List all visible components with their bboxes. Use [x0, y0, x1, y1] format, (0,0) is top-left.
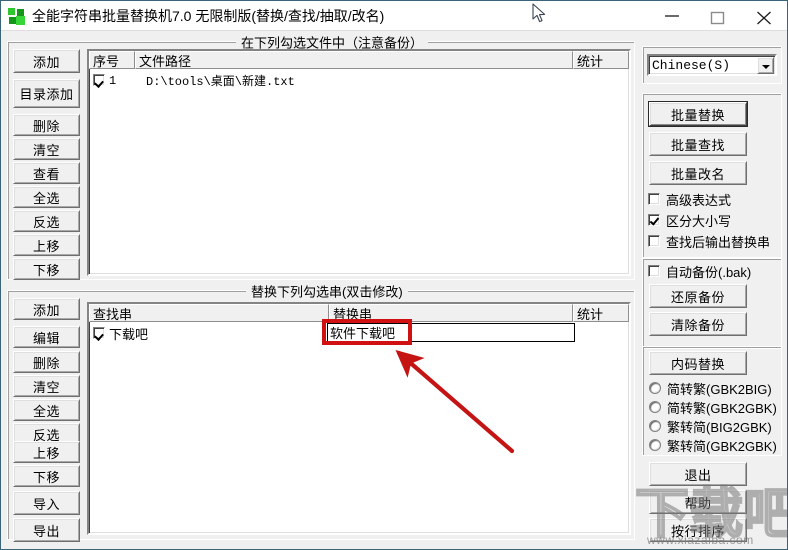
radio-gbk2big-label: 简转繁(GBK2BIG) [667, 381, 772, 397]
replace-row-checkbox[interactable] [93, 327, 105, 339]
checkbox-case-sensitive[interactable] [648, 214, 660, 226]
option-auto-backup-label: 自动备份(.bak) [666, 264, 752, 280]
replace-panel-title: 替换下列勾选串(双击修改) [246, 281, 408, 301]
string-select-all-button[interactable]: 全选 [13, 399, 80, 421]
string-import-button[interactable]: 导入 [13, 491, 80, 515]
close-icon [757, 11, 771, 25]
application-window: 全能字符串批量替换机7.0 无限制版(替换/查找/抽取/改名) 在下列勾选文件中… [0, 0, 788, 550]
file-col-index[interactable]: 序号 [89, 51, 135, 69]
option-case-sensitive-label: 区分大小写 [666, 213, 732, 229]
option-output-after-find-label: 查找后输出替换串 [666, 234, 771, 250]
batch-replace-button[interactable]: 批量替换 [649, 102, 747, 126]
chevron-down-icon[interactable] [757, 57, 774, 74]
file-select-all-button[interactable]: 全选 [13, 186, 80, 208]
sort-lines-button[interactable]: 按行排序 [649, 518, 747, 542]
checkbox-advanced-expression[interactable] [648, 193, 660, 205]
exit-button[interactable]: 退出 [649, 462, 747, 486]
option-advanced-expression-label: 高级表达式 [666, 192, 732, 208]
radio-row-gbk2big[interactable]: 简转繁(GBK2BIG) [649, 380, 772, 397]
replace-col-replace[interactable]: 替换串 [329, 304, 573, 322]
radio-gbk2gbk-simp-label: 简转繁(GBK2GBK) [667, 400, 777, 416]
app-squares-icon [8, 8, 25, 25]
radio-row-big2gbk[interactable]: 繁转简(BIG2GBK) [649, 418, 772, 435]
option-advanced-expression[interactable]: 高级表达式 [648, 191, 732, 208]
string-move-down-button[interactable]: 下移 [13, 465, 80, 487]
file-row-index: 1 [109, 73, 117, 88]
close-button[interactable] [741, 1, 787, 30]
language-select[interactable]: Chinese(S) [647, 54, 777, 76]
radio-gbk2big[interactable] [649, 382, 661, 394]
minimize-icon [665, 15, 679, 17]
encoding-replace-button[interactable]: 内码替换 [649, 351, 747, 375]
option-auto-backup[interactable]: 自动备份(.bak) [648, 263, 752, 280]
checkbox-output-after-find[interactable] [648, 235, 660, 247]
radio-gbk2gbk-trad-label: 繁转简(GBK2GBK) [667, 438, 777, 454]
file-row-count [575, 72, 629, 89]
option-output-after-find[interactable]: 查找后输出替换串 [648, 233, 771, 250]
checkbox-auto-backup[interactable] [648, 265, 660, 277]
file-row-path: D:\tools\桌面\新建.txt [146, 75, 295, 89]
string-clear-button[interactable]: 清空 [13, 375, 80, 397]
batch-find-button[interactable]: 批量查找 [649, 132, 747, 156]
minimize-button[interactable] [649, 1, 695, 30]
file-clear-button[interactable]: 清空 [13, 138, 80, 160]
file-row-checkbox[interactable] [93, 74, 105, 86]
replace-list-header: 查找串 替换串 统计 [89, 304, 629, 322]
option-case-sensitive[interactable]: 区分大小写 [648, 212, 732, 229]
file-move-down-button[interactable]: 下移 [13, 258, 80, 280]
replace-value-input[interactable]: 软件下载吧 [327, 323, 575, 342]
file-col-count[interactable]: 统计 [573, 51, 629, 69]
string-move-up-button[interactable]: 上移 [13, 441, 80, 463]
title-bar: 全能字符串批量替换机7.0 无限制版(替换/查找/抽取/改名) [1, 1, 787, 31]
file-invert-selection-button[interactable]: 反选 [13, 210, 80, 232]
file-delete-button[interactable]: 删除 [13, 114, 80, 136]
radio-big2gbk[interactable] [649, 420, 661, 432]
maximize-icon [710, 11, 725, 25]
help-button[interactable]: 帮助 [649, 490, 747, 514]
string-delete-button[interactable]: 删除 [13, 351, 80, 373]
replace-col-count[interactable]: 统计 [573, 304, 629, 322]
file-list[interactable]: 序号 文件路径 统计 1 D:\tools\桌面\新建.txt [87, 49, 631, 276]
radio-gbk2gbk-trad[interactable] [649, 439, 661, 451]
table-row[interactable]: 1 D:\tools\桌面\新建.txt [89, 72, 629, 89]
file-col-path[interactable]: 文件路径 [135, 51, 573, 69]
replace-row-count [575, 325, 629, 342]
string-add-button[interactable]: 添加 [13, 298, 80, 320]
file-list-header: 序号 文件路径 统计 [89, 51, 629, 69]
clear-backup-button[interactable]: 清除备份 [649, 312, 747, 336]
radio-big2gbk-label: 繁转简(BIG2GBK) [667, 419, 772, 435]
file-move-up-button[interactable]: 上移 [13, 234, 80, 256]
language-select-value: Chinese(S) [652, 58, 731, 73]
window-title: 全能字符串批量替换机7.0 无限制版(替换/查找/抽取/改名) [32, 8, 385, 24]
file-add-folder-button[interactable]: 目录添加 [13, 79, 80, 108]
string-edit-button[interactable]: 编辑 [13, 326, 80, 348]
maximize-button[interactable] [695, 1, 741, 30]
restore-backup-button[interactable]: 还原备份 [649, 284, 747, 308]
file-add-button[interactable]: 添加 [13, 49, 80, 73]
replace-col-find[interactable]: 查找串 [89, 304, 329, 322]
file-view-button[interactable]: 查看 [13, 162, 80, 184]
radio-gbk2gbk-simp[interactable] [649, 401, 661, 413]
string-export-button[interactable]: 导出 [13, 518, 80, 542]
batch-rename-button[interactable]: 批量改名 [649, 161, 747, 185]
radio-row-gbk2gbk-trad[interactable]: 繁转简(GBK2GBK) [649, 437, 777, 454]
replace-row-find: 下载吧 [109, 327, 149, 342]
radio-row-gbk2gbk-simp[interactable]: 简转繁(GBK2GBK) [649, 399, 777, 416]
